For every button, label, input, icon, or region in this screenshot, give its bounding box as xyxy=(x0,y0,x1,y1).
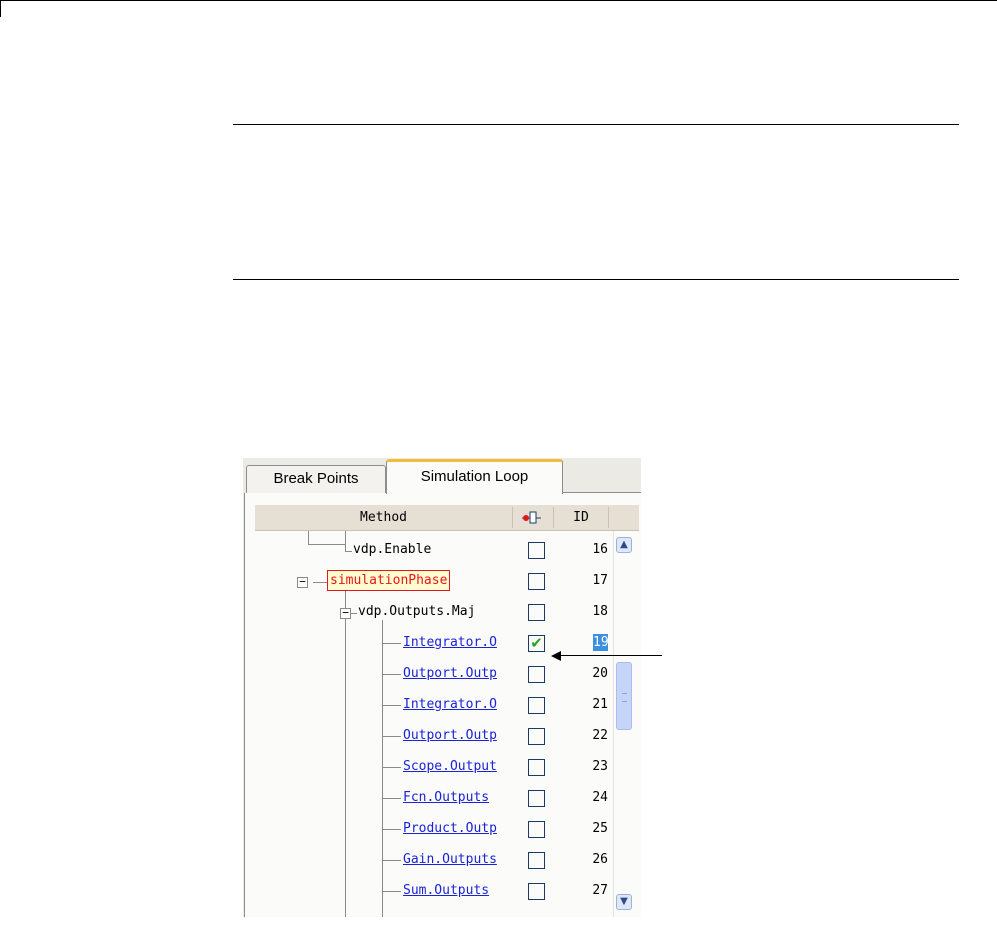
method-tree: vdp.Enable 16 − simulationPhase 17 − vdp… xyxy=(255,531,612,917)
method-id: 18 xyxy=(592,604,608,619)
method-id: 16 xyxy=(592,542,608,557)
scrollbar-thumb[interactable] xyxy=(616,662,632,730)
tree-row[interactable]: − vdp.Outputs.Maj 18 xyxy=(255,597,612,628)
tree-guide-line xyxy=(382,860,401,861)
tree-guide-line xyxy=(382,705,401,706)
column-header-breakpoint[interactable] xyxy=(513,505,553,530)
tree-row[interactable]: Gain.Outputs 26 xyxy=(255,845,612,876)
tree-row[interactable]: Integrator.O 21 xyxy=(255,690,612,721)
simulation-phase-label: simulationPhase xyxy=(327,570,451,591)
tree-row[interactable]: vdp.Enable 16 xyxy=(255,535,612,566)
tree-row[interactable]: Outport.Outp 20 xyxy=(255,659,612,690)
method-id: 25 xyxy=(592,821,608,836)
debugger-panel: Break Points Simulation Loop Method ID v… xyxy=(243,458,641,917)
method-label: vdp.Outputs.Maj xyxy=(358,604,476,619)
breakpoint-checkbox[interactable] xyxy=(528,542,545,559)
grip-icon xyxy=(622,693,627,702)
breakpoint-checkbox[interactable] xyxy=(528,790,545,807)
method-link[interactable]: Product.Outp xyxy=(403,820,525,837)
horizontal-rule-top xyxy=(233,124,959,125)
breakpoint-checkbox-checked[interactable]: ✔ xyxy=(528,635,545,652)
collapse-icon[interactable]: − xyxy=(340,607,351,619)
callout-arrow-line xyxy=(558,655,662,656)
tree-guide-line xyxy=(382,767,401,768)
method-link[interactable]: Outport.Outp xyxy=(403,665,525,682)
tree-guide-line xyxy=(382,736,401,737)
tab-strip: Break Points Simulation Loop xyxy=(243,458,641,494)
table-header: Method ID xyxy=(255,505,639,531)
method-id: 23 xyxy=(592,759,608,774)
method-label: vdp.Enable xyxy=(353,542,432,557)
checkmark-icon: ✔ xyxy=(530,634,543,652)
collapse-icon[interactable]: − xyxy=(297,576,308,588)
tree-row[interactable]: Fcn.Outputs 24 xyxy=(255,783,612,814)
breakpoint-checkbox[interactable] xyxy=(528,697,545,714)
breakpoint-checkbox[interactable] xyxy=(528,852,545,869)
tab-simulation-loop[interactable]: Simulation Loop xyxy=(386,459,563,494)
breakpoint-checkbox[interactable] xyxy=(528,573,545,590)
tree-guide-line xyxy=(382,674,401,675)
method-link[interactable]: Scope.Output xyxy=(403,758,525,775)
tree-row[interactable]: Product.Outp 25 xyxy=(255,814,612,845)
method-link[interactable]: Gain.Outputs xyxy=(403,851,525,868)
breakpoint-checkbox[interactable] xyxy=(528,604,545,621)
tree-guide-line xyxy=(382,798,401,799)
header-separator xyxy=(608,507,609,528)
page-top-border xyxy=(0,0,997,1)
method-id: 26 xyxy=(592,852,608,867)
breakpoint-icon xyxy=(522,511,541,524)
breakpoint-checkbox[interactable] xyxy=(528,666,545,683)
tree-guide-line xyxy=(382,643,401,644)
method-link[interactable]: Outport.Outp xyxy=(403,727,525,744)
breakpoint-checkbox[interactable] xyxy=(528,759,545,776)
scroll-up-icon[interactable]: ▲ xyxy=(616,537,632,553)
scroll-down-icon[interactable]: ▼ xyxy=(616,894,632,910)
method-link[interactable]: Integrator.O xyxy=(403,696,525,713)
tree-row[interactable]: − simulationPhase 17 xyxy=(255,566,612,597)
method-id: 22 xyxy=(592,728,608,743)
simulation-loop-pane: Method ID vdp.Enable 16 − simulationPhas… xyxy=(244,493,641,917)
breakpoint-checkbox[interactable] xyxy=(528,821,545,838)
tree-row[interactable]: Outport.Outp 22 xyxy=(255,721,612,752)
page-left-mark xyxy=(0,0,1,17)
breakpoint-checkbox[interactable] xyxy=(528,883,545,900)
tree-guide-line xyxy=(382,891,401,892)
method-id: 20 xyxy=(592,666,608,681)
method-id: 21 xyxy=(592,697,608,712)
tree-row[interactable]: Sum.Outputs 27 xyxy=(255,876,612,907)
tree-row[interactable]: Scope.Output 23 xyxy=(255,752,612,783)
vertical-scrollbar[interactable]: ▲ ▼ xyxy=(613,531,633,917)
method-id: 17 xyxy=(592,573,608,588)
column-header-method[interactable]: Method xyxy=(255,505,512,530)
method-id: 19 xyxy=(593,634,609,651)
method-id: 24 xyxy=(592,790,608,805)
method-link[interactable]: Fcn.Outputs xyxy=(403,789,525,806)
method-id: 27 xyxy=(592,883,608,898)
tree-guide-line xyxy=(382,829,401,830)
method-link[interactable]: Sum.Outputs xyxy=(403,882,525,899)
breakpoint-checkbox[interactable] xyxy=(528,728,545,745)
horizontal-rule-bottom xyxy=(233,279,959,280)
method-link[interactable]: Integrator.O xyxy=(403,634,525,651)
callout-arrowhead-icon xyxy=(551,651,561,661)
tab-break-points[interactable]: Break Points xyxy=(246,465,386,493)
column-header-id[interactable]: ID xyxy=(554,505,608,530)
